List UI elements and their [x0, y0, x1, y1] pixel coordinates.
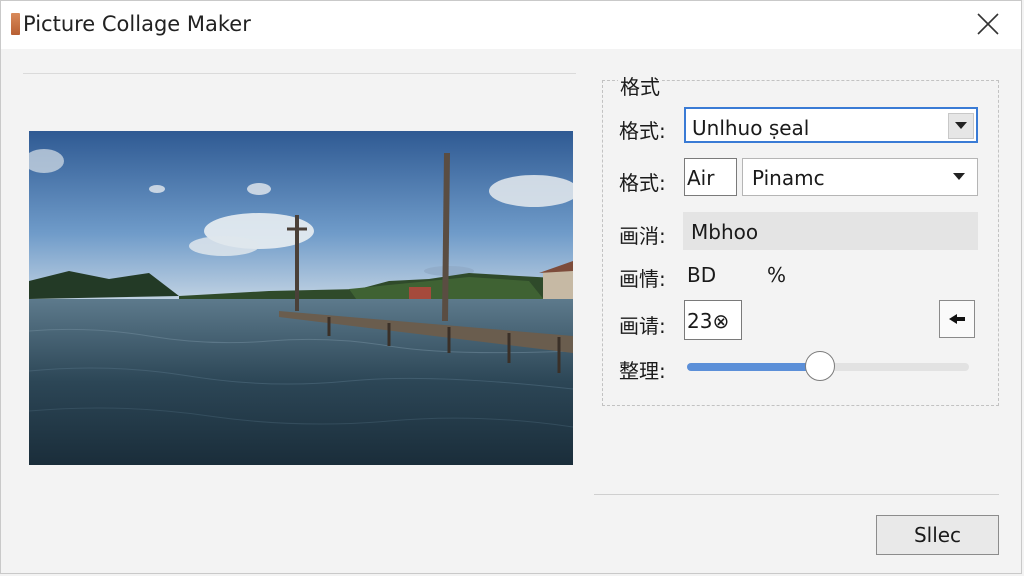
format2-input-value: Air	[687, 166, 715, 190]
close-icon	[977, 13, 999, 35]
format-dropdown[interactable]: Unlhuo ṣeal	[684, 107, 978, 143]
quality-field: Mbhoo	[683, 212, 978, 250]
slider-thumb[interactable]	[805, 351, 835, 381]
preview-image[interactable]	[29, 131, 573, 465]
size-label: 画请:	[619, 314, 666, 338]
ratio-value: BD	[687, 263, 717, 287]
ratio-label: 画情:	[619, 267, 666, 291]
title-bar: Picture Collage Maker	[1, 1, 1021, 49]
format-label: 格式:	[619, 119, 666, 143]
window-title: Picture Collage Maker	[23, 12, 251, 36]
format2-input[interactable]: Air	[684, 158, 737, 196]
size-input[interactable]: 23⊗	[684, 300, 742, 340]
adjust-slider[interactable]	[687, 351, 969, 381]
size-input-value: 23⊗	[687, 309, 730, 333]
format-dropdown-value: Unlhuo ṣeal	[692, 116, 810, 140]
ratio-unit: %	[767, 263, 787, 287]
app-window: Picture Collage Maker 格式 格式: Unlhuo ṣeal…	[0, 0, 1022, 574]
size-spin-button[interactable]	[939, 300, 975, 338]
footer-divider	[594, 494, 999, 495]
group-title: 格式	[618, 71, 662, 100]
select-button[interactable]: Sllec	[876, 515, 999, 555]
format2-dropdown-value: Pinamc	[752, 166, 825, 190]
slider-label: 整理:	[619, 359, 666, 383]
chevron-down-icon[interactable]	[948, 113, 974, 139]
close-button[interactable]	[973, 9, 1003, 39]
app-icon	[11, 13, 20, 35]
format2-dropdown[interactable]: Pinamc	[742, 158, 978, 196]
slider-fill	[687, 363, 820, 371]
chevron-down-icon[interactable]	[945, 159, 973, 195]
quality-value: Mbhoo	[691, 220, 759, 244]
format2-label: 格式:	[619, 171, 666, 195]
arrow-left-icon	[949, 314, 965, 324]
quality-label: 画消:	[619, 224, 666, 248]
